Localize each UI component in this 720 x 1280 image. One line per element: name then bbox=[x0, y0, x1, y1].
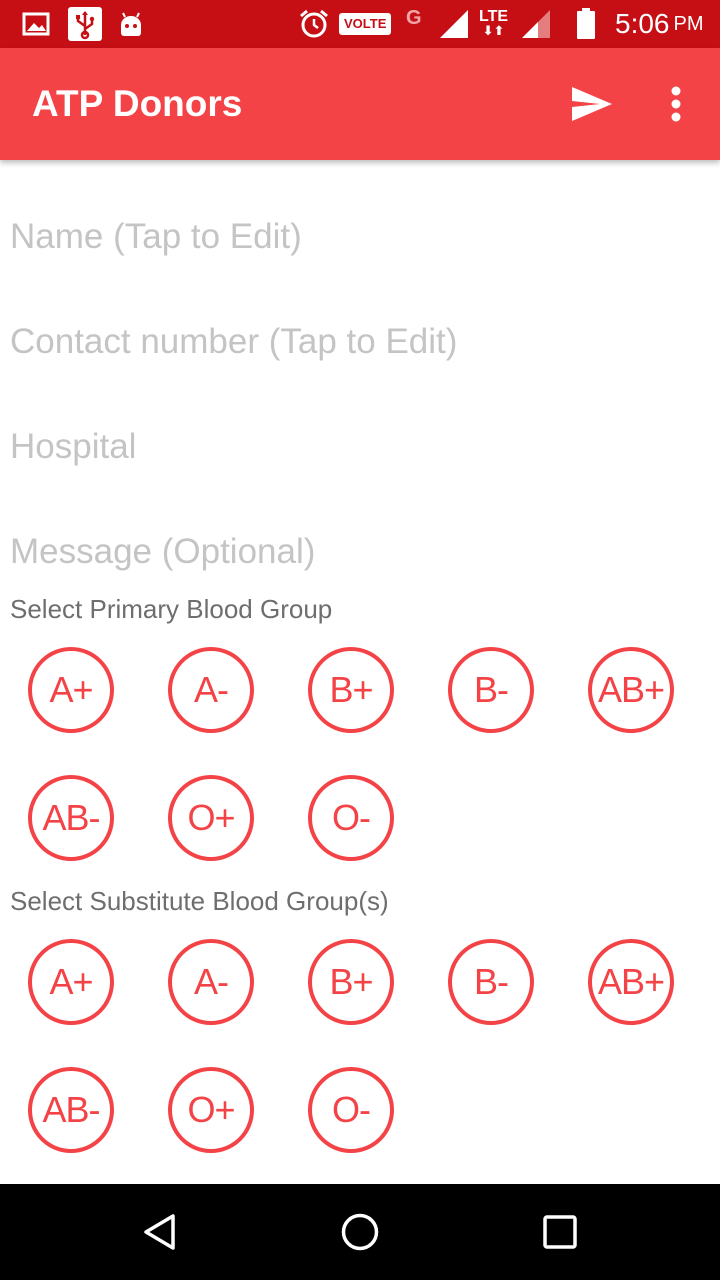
substitute-o-neg-button[interactable]: O- bbox=[308, 1067, 394, 1153]
substitute-blood-group-label: Select Substitute Blood Group(s) bbox=[10, 886, 389, 916]
more-vert-icon bbox=[671, 86, 681, 122]
primary-b-pos-button[interactable]: B+ bbox=[308, 647, 394, 733]
clock-ampm: PM bbox=[673, 12, 704, 35]
navigation-bar bbox=[0, 1184, 720, 1280]
substitute-ab-pos-button[interactable]: AB+ bbox=[588, 939, 674, 1025]
back-icon bbox=[144, 1214, 175, 1250]
substitute-b-pos-button[interactable]: B+ bbox=[308, 939, 394, 1025]
back-button[interactable] bbox=[125, 1202, 195, 1262]
send-icon bbox=[572, 87, 612, 121]
substitute-b-neg-button[interactable]: B- bbox=[448, 939, 534, 1025]
signal-icon bbox=[438, 0, 470, 48]
contact-number-input[interactable] bbox=[10, 312, 710, 372]
primary-a-neg-button[interactable]: A- bbox=[168, 647, 254, 733]
send-button[interactable] bbox=[562, 78, 622, 130]
signal-icon-2 bbox=[520, 0, 552, 48]
status-bar: VOLTE G LTE ⬇⬆ 5:06 PM bbox=[0, 0, 720, 48]
app-title: ATP Donors bbox=[32, 83, 243, 124]
primary-o-neg-button[interactable]: O- bbox=[308, 775, 394, 861]
alarm-icon bbox=[298, 0, 330, 48]
primary-o-pos-button[interactable]: O+ bbox=[168, 775, 254, 861]
lte-indicator: LTE ⬇⬆ bbox=[479, 8, 509, 38]
primary-blood-group-label: Select Primary Blood Group bbox=[10, 594, 333, 624]
recents-icon bbox=[543, 1215, 577, 1249]
substitute-ab-neg-button[interactable]: AB- bbox=[28, 1067, 114, 1153]
home-button[interactable] bbox=[325, 1202, 395, 1262]
primary-b-neg-button[interactable]: B- bbox=[448, 647, 534, 733]
network-type-label: G bbox=[406, 6, 422, 29]
substitute-o-pos-button[interactable]: O+ bbox=[168, 1067, 254, 1153]
message-input[interactable] bbox=[10, 522, 710, 582]
more-options-button[interactable] bbox=[656, 78, 696, 130]
clock-time: 5:06 bbox=[615, 8, 670, 39]
app-bar: ATP Donors bbox=[0, 48, 720, 160]
android-icon bbox=[118, 0, 144, 48]
battery-icon bbox=[576, 0, 596, 48]
clock: 5:06 PM bbox=[615, 0, 704, 48]
primary-a-pos-button[interactable]: A+ bbox=[28, 647, 114, 733]
primary-ab-neg-button[interactable]: AB- bbox=[28, 775, 114, 861]
home-icon bbox=[341, 1213, 379, 1251]
gallery-icon bbox=[22, 0, 50, 48]
primary-ab-pos-button[interactable]: AB+ bbox=[588, 647, 674, 733]
substitute-a-neg-button[interactable]: A- bbox=[168, 939, 254, 1025]
name-input[interactable] bbox=[10, 207, 710, 267]
usb-icon bbox=[68, 0, 102, 48]
hospital-input[interactable] bbox=[10, 417, 710, 477]
substitute-a-pos-button[interactable]: A+ bbox=[28, 939, 114, 1025]
volte-badge: VOLTE bbox=[339, 13, 392, 35]
recents-button[interactable] bbox=[525, 1202, 595, 1262]
